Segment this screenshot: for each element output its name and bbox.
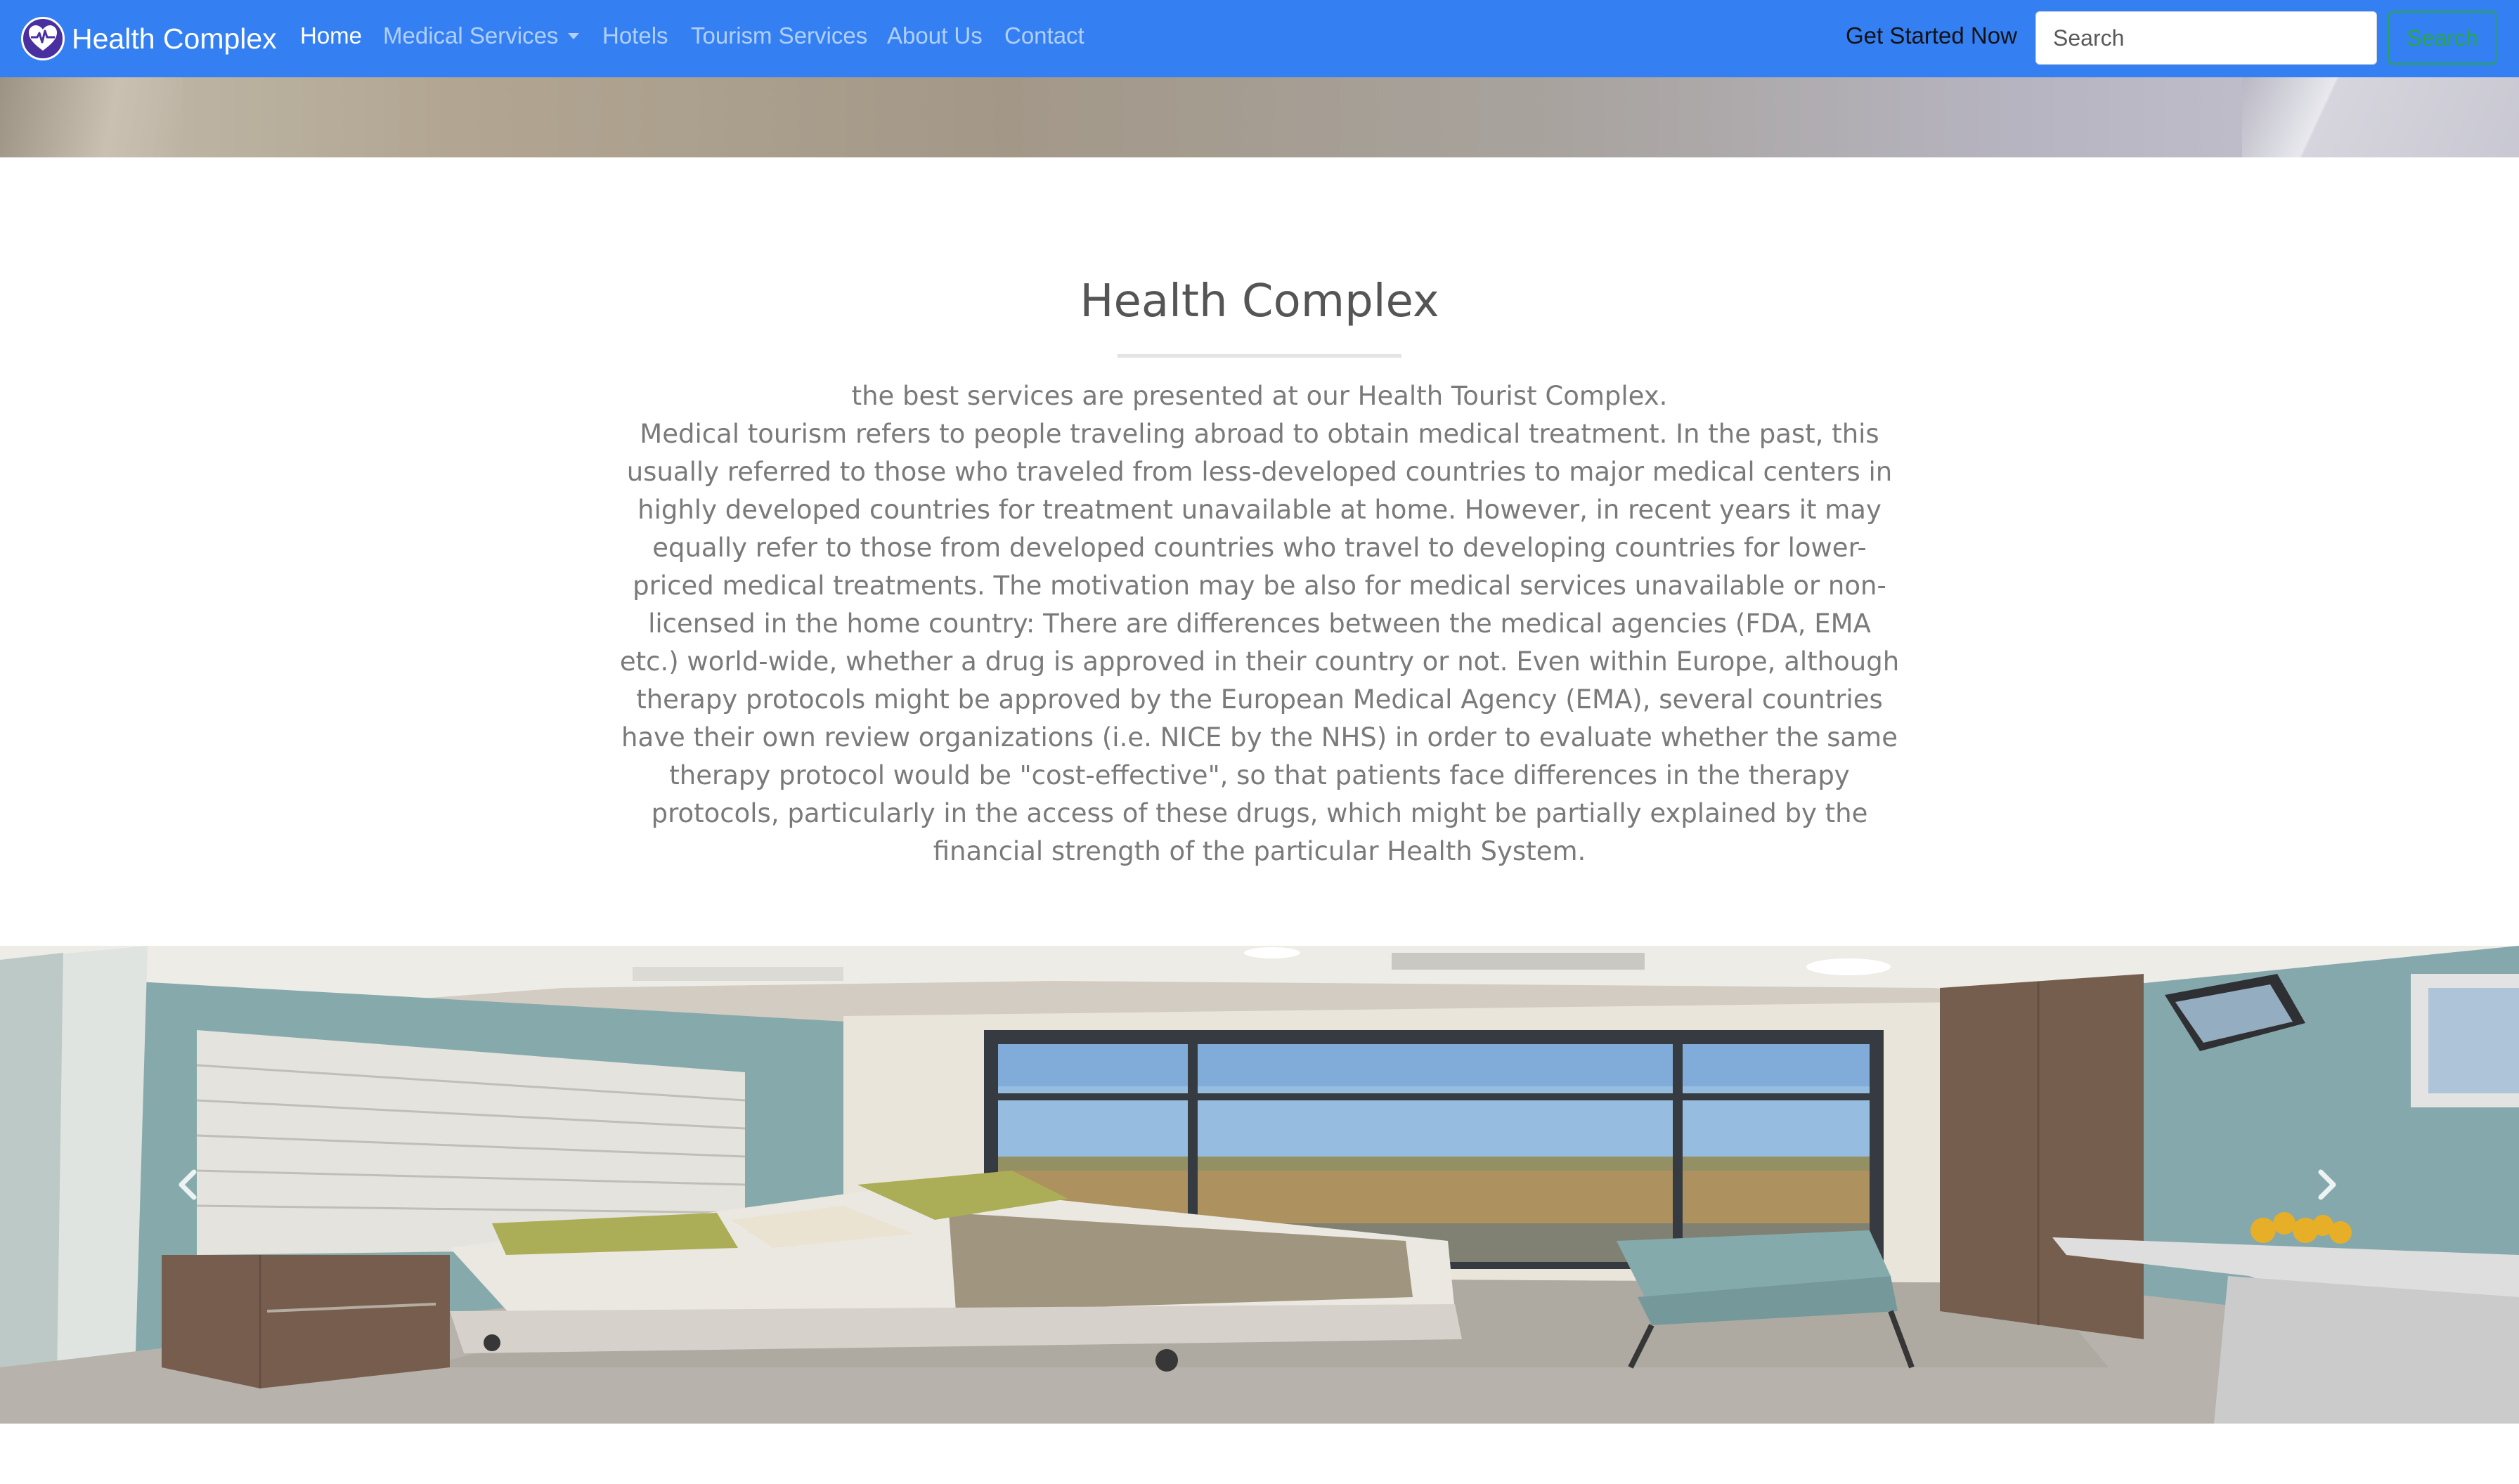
chevron-left-icon xyxy=(179,1169,197,1200)
nav-medical-services[interactable]: Medical Services xyxy=(383,22,580,49)
navbar: Health Complex Home Medical Services Hot… xyxy=(0,0,2519,77)
brand-name: Health Complex xyxy=(72,22,277,55)
title-divider xyxy=(1118,354,1401,358)
nav-contact[interactable]: Contact xyxy=(1004,22,1084,49)
nav-about-us[interactable]: About Us xyxy=(887,22,983,49)
nav-tourism-services[interactable]: Tourism Services xyxy=(691,22,867,49)
intro-section: Health Complex the best services are pre… xyxy=(0,157,2519,946)
carousel-prev-button[interactable] xyxy=(160,1157,216,1213)
nav-home[interactable]: Home xyxy=(300,22,362,49)
brand-link[interactable]: Health Complex xyxy=(21,15,277,62)
chevron-right-icon xyxy=(2318,1169,2336,1200)
banner-shade-right xyxy=(2242,77,2519,157)
search-button[interactable]: Search xyxy=(2388,11,2497,65)
intro-paragraph: the best services are presented at our H… xyxy=(619,381,1900,866)
get-started-link[interactable]: Get Started Now xyxy=(1846,22,2017,49)
banner-shade-left xyxy=(0,77,183,157)
nav-medical-services-label: Medical Services xyxy=(383,22,559,48)
page-title: Health Complex xyxy=(1080,275,1439,327)
carousel-next-button[interactable] xyxy=(2298,1157,2355,1213)
search-input[interactable] xyxy=(2035,11,2377,65)
top-banner-image xyxy=(0,77,2519,157)
chevron-down-icon xyxy=(568,33,580,39)
hospital-room-image xyxy=(0,946,2519,1424)
nav-hotels[interactable]: Hotels xyxy=(602,22,668,49)
heart-pulse-icon xyxy=(21,17,65,60)
carousel xyxy=(0,946,2519,1424)
